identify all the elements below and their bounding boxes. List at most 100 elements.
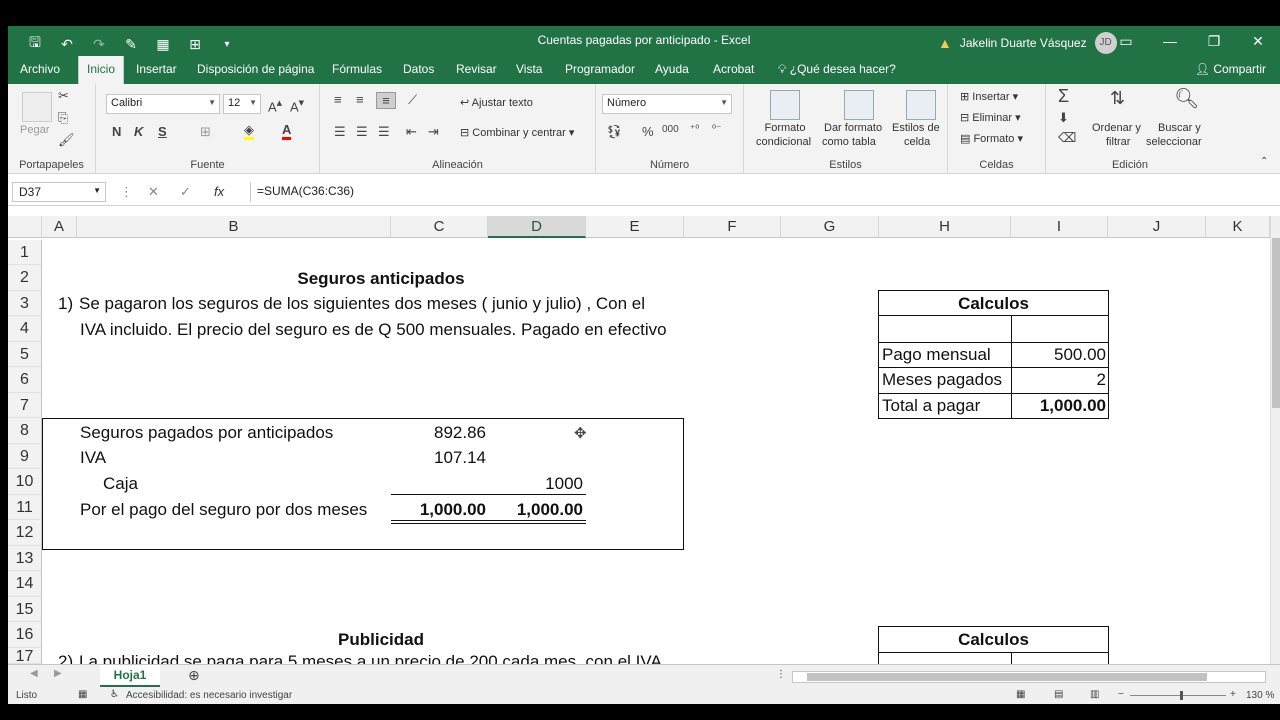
- row-header-16[interactable]: 16: [8, 622, 42, 648]
- cell-styles-label-1[interactable]: Estilos de: [892, 122, 940, 134]
- total-credit[interactable]: 1,000.00: [488, 500, 583, 520]
- problem-line-2[interactable]: IVA incluido. El precio del seguro es de…: [80, 320, 667, 340]
- add-sheet-icon[interactable]: ⊕: [188, 667, 200, 684]
- column-header-a[interactable]: A: [42, 216, 77, 238]
- row-header-2[interactable]: 2: [8, 265, 42, 291]
- entry-iva-debit[interactable]: 107.14: [391, 448, 486, 468]
- merge-center-button[interactable]: ⊟ Combinar y centrar ▾: [460, 126, 574, 139]
- column-header-b[interactable]: B: [77, 216, 391, 238]
- conditional-format-icon[interactable]: [770, 90, 800, 120]
- tab-formulas[interactable]: Fórmulas: [332, 62, 382, 76]
- calc-title-2[interactable]: Calculos: [878, 630, 1109, 650]
- share-button[interactable]: 👤︎ Compartir: [1195, 62, 1266, 76]
- cell-styles-label-2[interactable]: celda: [904, 136, 930, 148]
- grow-font-icon[interactable]: A▴: [268, 96, 282, 114]
- tab-inicio[interactable]: Inicio: [78, 56, 125, 84]
- tab-acrobat[interactable]: Acrobat: [713, 62, 754, 76]
- orientation-icon[interactable]: ⟋: [408, 92, 417, 108]
- tab-vista[interactable]: Vista: [516, 62, 542, 76]
- close-icon[interactable]: ✕: [1236, 26, 1280, 56]
- cell-styles-icon[interactable]: [906, 90, 936, 120]
- accounting-format-icon[interactable]: 💱︎: [606, 124, 623, 140]
- collapse-ribbon-icon[interactable]: ⌃: [1260, 156, 1268, 167]
- font-size-select[interactable]: 12 ▼: [223, 94, 261, 114]
- font-color-icon[interactable]: A: [282, 122, 292, 140]
- problem-line-17[interactable]: La publicidad se paga para 5 meses a un …: [79, 652, 662, 664]
- find-icon[interactable]: 🔍︎: [1174, 86, 1199, 111]
- row-header-3[interactable]: 3: [8, 291, 42, 316]
- sort-filter-label-2[interactable]: filtrar: [1106, 136, 1130, 148]
- horizontal-scroll-thumb[interactable]: [807, 673, 1207, 681]
- minimize-icon[interactable]: —: [1148, 26, 1192, 56]
- format-table-label-1[interactable]: Dar formato: [824, 122, 882, 134]
- ribbon-display-icon[interactable]: ▭: [1104, 26, 1148, 56]
- delete-cells-button[interactable]: ⊟ Eliminar ▾: [960, 111, 1021, 124]
- cut-icon[interactable]: ✂: [58, 88, 69, 104]
- row-header-11[interactable]: 11: [8, 495, 42, 520]
- column-header-k[interactable]: K: [1206, 216, 1270, 238]
- calc-total-label[interactable]: Total a pagar: [882, 396, 980, 416]
- vertical-scrollbar[interactable]: [1270, 216, 1280, 664]
- format-painter-icon[interactable]: 🖌︎: [58, 132, 75, 148]
- insert-cells-button[interactable]: ⊞ Insertar ▾: [960, 90, 1018, 103]
- wrap-text-button[interactable]: ↩ Ajustar texto: [460, 96, 533, 109]
- zoom-in-icon[interactable]: +: [1230, 689, 1236, 700]
- fill-icon[interactable]: ⬇: [1058, 110, 1069, 126]
- column-header-c[interactable]: C: [391, 216, 488, 238]
- row-header-13[interactable]: 13: [8, 546, 42, 571]
- scroll-left-icon[interactable]: ◀: [30, 668, 38, 679]
- column-header-d[interactable]: D: [488, 216, 586, 238]
- align-right-icon[interactable]: ☰: [378, 124, 390, 140]
- borders-icon[interactable]: ⊞: [200, 124, 211, 140]
- column-header-j[interactable]: J: [1108, 216, 1206, 238]
- problem-number-1[interactable]: 1): [58, 294, 73, 314]
- page-layout-icon[interactable]: ▤: [1054, 689, 1063, 700]
- entry-description[interactable]: Por el pago del seguro por dos meses: [80, 500, 367, 520]
- cancel-icon[interactable]: ✕: [148, 184, 159, 200]
- column-header-h[interactable]: H: [879, 216, 1011, 238]
- tab-programador[interactable]: Programador: [565, 62, 635, 76]
- find-select-label-2[interactable]: seleccionar: [1146, 136, 1202, 148]
- calc-meses-value[interactable]: 2: [1011, 370, 1106, 390]
- row-header-10[interactable]: 10: [8, 469, 42, 495]
- row-header-17[interactable]: 17: [8, 648, 42, 664]
- row-header-7[interactable]: 7: [8, 393, 42, 418]
- percent-button[interactable]: %: [642, 124, 654, 139]
- enter-icon[interactable]: ✓: [180, 184, 191, 200]
- align-top-icon[interactable]: ≡: [334, 92, 342, 107]
- row-header-1[interactable]: 1: [8, 240, 42, 265]
- conditional-format-label-1[interactable]: Formato: [762, 122, 808, 134]
- sort-filter-label-1[interactable]: Ordenar y: [1092, 122, 1141, 134]
- scroll-right-icon[interactable]: ▶: [54, 668, 62, 679]
- entry-iva-label[interactable]: IVA: [80, 448, 106, 468]
- format-cells-button[interactable]: ▤ Formato ▾: [960, 132, 1023, 145]
- row-header-15[interactable]: 15: [8, 597, 42, 622]
- font-name-select[interactable]: Calibri ▼: [106, 94, 220, 114]
- row-header-6[interactable]: 6: [8, 367, 42, 393]
- tab-disposicion[interactable]: Disposición de página: [197, 62, 314, 76]
- column-header-i[interactable]: I: [1011, 216, 1108, 238]
- entry-seguros-debit[interactable]: 892.86: [391, 423, 486, 443]
- calc-pago-value[interactable]: 500.00: [1011, 345, 1106, 365]
- zoom-level[interactable]: 130 %: [1246, 690, 1274, 701]
- column-header-e[interactable]: E: [586, 216, 684, 238]
- row-header-5[interactable]: 5: [8, 342, 42, 367]
- problem-line-1[interactable]: Se pagaron los seguros de los siguientes…: [79, 294, 645, 314]
- calc-pago-label[interactable]: Pago mensual: [882, 345, 991, 365]
- row-header-4[interactable]: 4: [8, 316, 42, 342]
- format-table-label-2[interactable]: como tabla: [822, 136, 876, 148]
- section-title-publicidad[interactable]: Publicidad: [77, 630, 685, 650]
- row-header-9[interactable]: 9: [8, 444, 42, 469]
- zoom-out-icon[interactable]: −: [1118, 689, 1124, 700]
- sort-filter-icon[interactable]: ⇅: [1110, 88, 1125, 109]
- calc-title[interactable]: Calculos: [878, 294, 1109, 314]
- column-header-g[interactable]: G: [781, 216, 879, 238]
- number-format-select[interactable]: Número ▼: [602, 94, 732, 114]
- tab-datos[interactable]: Datos: [403, 62, 434, 76]
- row-header-14[interactable]: 14: [8, 571, 42, 597]
- find-select-label-1[interactable]: Buscar y: [1158, 122, 1201, 134]
- accessibility-status[interactable]: Accesibilidad: es necesario investigar: [126, 690, 292, 701]
- page-break-icon[interactable]: ▥: [1090, 689, 1099, 700]
- entry-seguros-label[interactable]: Seguros pagados por anticipados: [80, 423, 333, 443]
- align-middle-icon[interactable]: ≡: [356, 92, 364, 107]
